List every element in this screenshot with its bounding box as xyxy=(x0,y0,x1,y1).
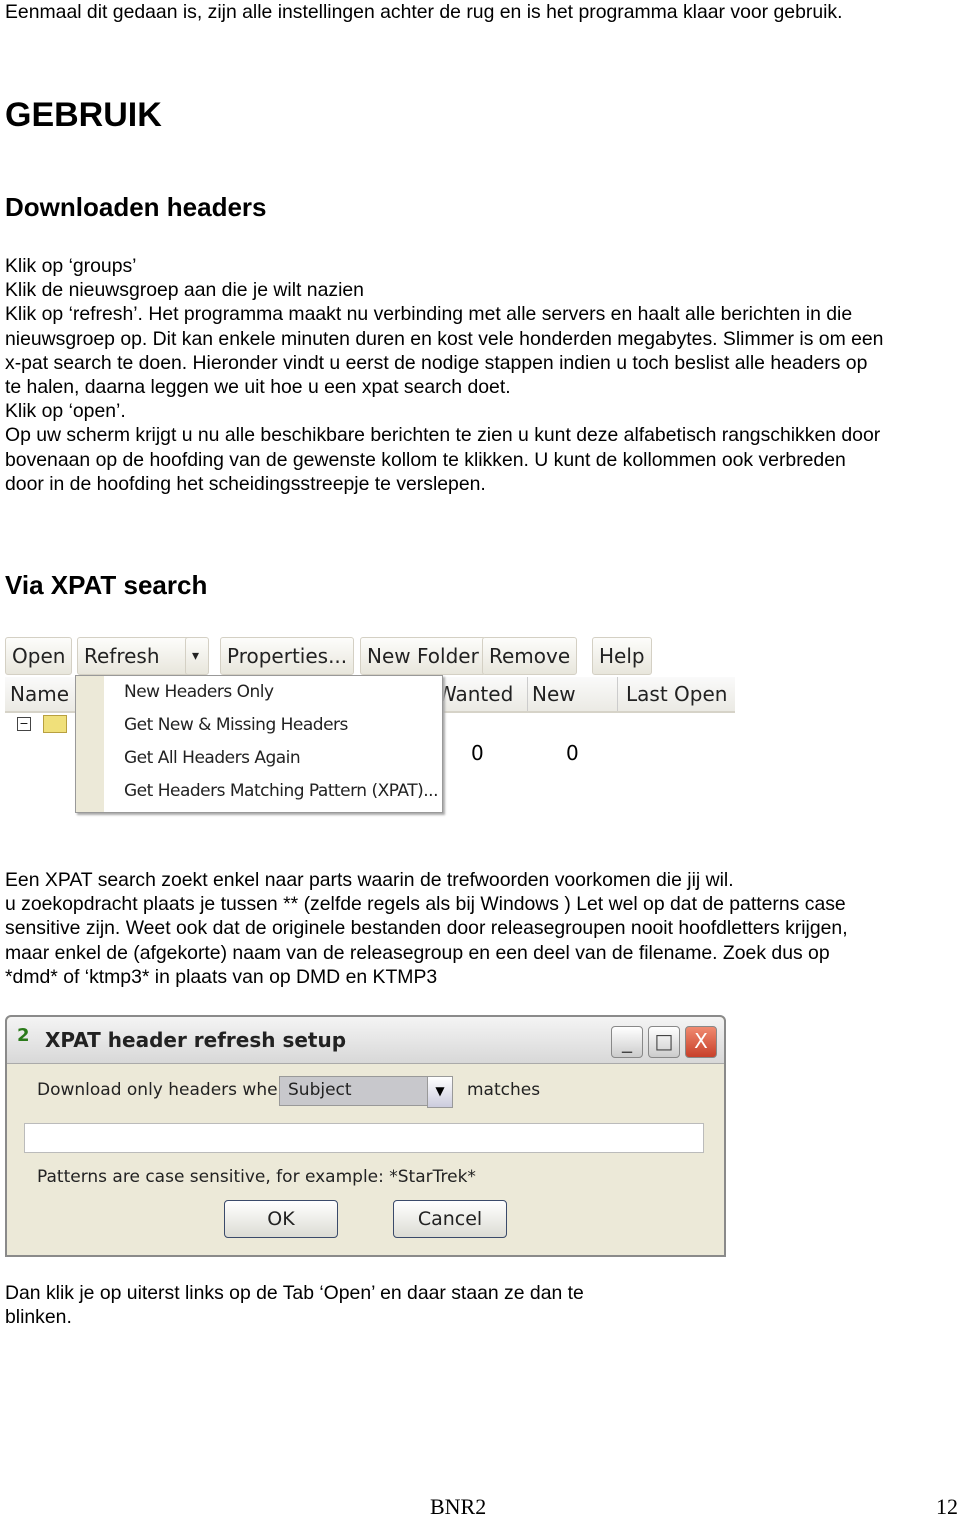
close-button[interactable]: X xyxy=(685,1026,717,1058)
help-button[interactable]: Help xyxy=(592,637,652,675)
ok-button[interactable]: OK xyxy=(224,1200,338,1238)
text-line: bovenaan op de hoofding van de gewenste … xyxy=(5,448,846,471)
text-line: u zoekopdracht plaats je tussen ** (zelf… xyxy=(5,893,846,916)
minimize-button[interactable]: _ xyxy=(611,1026,643,1058)
text-line: Een XPAT search zoekt enkel naar parts w… xyxy=(5,869,734,891)
matches-label: matches xyxy=(467,1080,541,1100)
text-line: Op uw scherm krijgt u nu alle beschikbar… xyxy=(5,424,881,447)
refresh-dropdown-icon[interactable]: ▾ xyxy=(185,637,209,675)
text-line: Klik de nieuwsgroep aan die je wilt nazi… xyxy=(5,279,364,302)
text-line: Klik op ‘refresh’. Het programma maakt n… xyxy=(5,303,853,326)
wanted-value: 0 xyxy=(471,741,484,765)
dialog-titlebar: 2 XPAT header refresh setup _ □ X xyxy=(7,1017,724,1064)
maximize-button[interactable]: □ xyxy=(648,1026,680,1058)
heading-xpat: Via XPAT search xyxy=(5,570,208,600)
refresh-button[interactable]: Refresh xyxy=(77,637,191,675)
new-value: 0 xyxy=(566,741,579,765)
properties-button[interactable]: Properties... xyxy=(220,637,355,675)
text-line: x-pat search te doen. Hieronder vindt u … xyxy=(5,351,868,374)
text-line: nieuwsgroep op. Dit kan enkele minuten d… xyxy=(5,327,884,350)
new-folder-button[interactable]: New Folder xyxy=(360,637,486,675)
chevron-down-icon[interactable]: ▼ xyxy=(427,1076,453,1108)
column-name[interactable]: Name xyxy=(10,677,69,711)
page-number: 12 xyxy=(936,1494,958,1518)
dialog-label: Download only headers where xyxy=(37,1080,295,1100)
column-new[interactable]: New xyxy=(527,677,576,711)
text-line: maar enkel de (afgekorte) naam van de re… xyxy=(5,941,830,964)
cancel-button[interactable]: Cancel xyxy=(393,1200,507,1238)
xpat-dialog: 2 XPAT header refresh setup _ □ X Downlo… xyxy=(5,1015,726,1257)
collapse-icon[interactable]: − xyxy=(17,717,31,731)
open-button[interactable]: Open xyxy=(5,637,73,675)
folder-icon xyxy=(43,715,67,733)
intro-text: Eenmaal dit gedaan is, zijn alle instell… xyxy=(5,1,843,23)
pattern-input[interactable] xyxy=(24,1123,704,1153)
text-line: Klik op ‘groups’ xyxy=(5,255,137,277)
hint-text: Patterns are case sensitive, for example… xyxy=(37,1167,476,1187)
heading-downloaden: Downloaden headers xyxy=(5,192,267,222)
refresh-menu-screenshot: Open Refresh ▾ Properties... New Folder … xyxy=(5,635,735,819)
text-line: te halen, daarna leggen we uit hoe u een… xyxy=(5,376,511,398)
menu-new-headers-only[interactable]: New Headers Only xyxy=(124,682,274,702)
document-page: Eenmaal dit gedaan is, zijn alle instell… xyxy=(0,0,960,1518)
remove-button[interactable]: Remove xyxy=(482,637,578,675)
bnr2-logo-icon: 2 xyxy=(17,1025,30,1046)
column-wanted[interactable]: Wanted xyxy=(437,677,513,711)
text-line: Klik op ‘open’. xyxy=(5,400,126,423)
menu-get-all-headers[interactable]: Get All Headers Again xyxy=(124,748,301,768)
column-last-open[interactable]: Last Open xyxy=(617,677,727,711)
menu-get-new-missing[interactable]: Get New & Missing Headers xyxy=(124,715,348,735)
text-line: Dan klik je op uiterst links op de Tab ‘… xyxy=(5,1282,584,1304)
field-select[interactable]: Subject xyxy=(279,1076,435,1106)
footer-title: BNR2 xyxy=(430,1494,487,1518)
text-line: blinken. xyxy=(5,1306,72,1329)
text-line: door in de hoofding het scheidingsstreep… xyxy=(5,472,486,495)
text-line: *dmd* of ‘ktmp3* in plaats van op DMD en… xyxy=(5,965,438,988)
refresh-dropdown-menu: New Headers Only Get New & Missing Heade… xyxy=(75,675,443,813)
menu-get-xpat[interactable]: Get Headers Matching Pattern (XPAT)... xyxy=(124,781,438,801)
text-line: sensitive zijn. Weet ook dat de originel… xyxy=(5,917,848,940)
heading-gebruik: GEBRUIK xyxy=(5,96,162,134)
dialog-title: XPAT header refresh setup xyxy=(45,1028,347,1052)
